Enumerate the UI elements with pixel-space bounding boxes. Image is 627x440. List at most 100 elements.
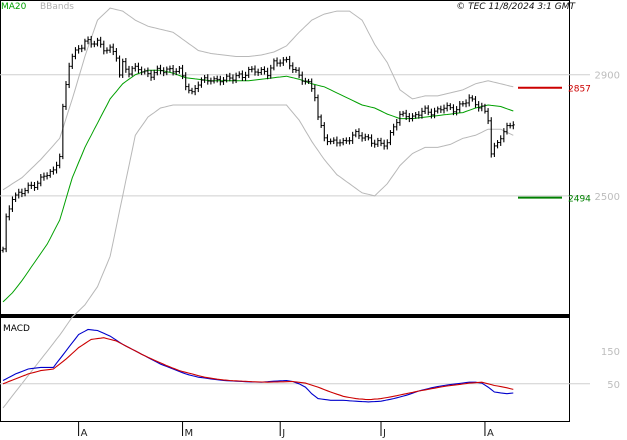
price-bar [411, 113, 414, 122]
price-bar [77, 45, 81, 54]
support-label: 2494 [568, 195, 591, 205]
price-bar [96, 37, 99, 47]
price-bar [486, 108, 490, 125]
price-bar [240, 70, 244, 82]
price-bar [458, 101, 462, 113]
bbands-legend: BBands [40, 2, 74, 12]
price-bar [250, 66, 254, 73]
price-bar [291, 62, 295, 73]
bb-upper-line [2, 7, 514, 191]
price-bar [275, 57, 279, 67]
macd-tick-label: 50 [607, 380, 620, 391]
price-bar [193, 85, 197, 96]
price-bar [344, 137, 348, 144]
price-bar [99, 36, 103, 48]
price-bar [48, 169, 52, 178]
price-bar [285, 56, 288, 63]
price-bar [146, 67, 150, 78]
price-bar [401, 110, 405, 117]
price-bar [108, 44, 112, 53]
price-bar [212, 76, 216, 84]
price-bar [17, 188, 21, 199]
price-bar [127, 65, 131, 78]
price-bar [29, 181, 33, 190]
price-bar [215, 75, 219, 83]
price-bar [439, 105, 443, 113]
price-bar [477, 101, 481, 112]
resistance-label: 2857 [568, 85, 591, 95]
price-bar [36, 180, 40, 190]
price-bar [266, 67, 270, 80]
price-bar [206, 74, 210, 85]
price-bar [269, 64, 273, 79]
price-bar [7, 205, 11, 221]
price-bar [357, 128, 361, 140]
price-bar [325, 134, 329, 146]
price-bar [341, 137, 345, 146]
technical-chart: 2857 2494 2500 2900 150 50 A M J J A MA20 BBand… [0, 0, 627, 440]
chart-root: 2857 2494 2500 2900 150 50 A M J J A MA20 BBand… [0, 0, 627, 440]
price-bar [499, 135, 503, 146]
price-bar [433, 107, 437, 119]
price-bar [199, 77, 203, 88]
price-bar [42, 172, 46, 181]
price-bar [67, 62, 71, 89]
price-bar [360, 132, 364, 142]
month-label: J [382, 428, 386, 439]
price-tick-label: 2500 [595, 192, 620, 203]
price-bar [228, 72, 232, 82]
price-bar [395, 118, 399, 131]
ma20-legend: MA20 [1, 2, 27, 12]
price-bar [247, 66, 251, 78]
price-bar [259, 67, 263, 75]
price-bar [39, 173, 43, 187]
price-bar [168, 65, 172, 73]
price-bar [436, 106, 440, 114]
price-bar [58, 153, 62, 169]
price-bar [492, 142, 496, 158]
price-bar [124, 58, 128, 73]
price-bar [376, 137, 380, 147]
price-pane-frame [0, 0, 570, 315]
price-bar [10, 196, 14, 212]
price-bar [303, 77, 307, 85]
macd-tick-label: 150 [601, 347, 620, 358]
price-bar [133, 63, 137, 72]
price-bar [423, 105, 427, 114]
price-bar [80, 44, 84, 53]
price-bar [363, 133, 367, 142]
price-bar [51, 166, 55, 175]
price-bar [92, 40, 96, 48]
price-bar [474, 96, 477, 108]
price-bar [461, 101, 465, 107]
price-bar [196, 81, 200, 93]
price-bar [102, 40, 106, 55]
price-bar [448, 103, 452, 111]
price-bar [70, 53, 74, 69]
price-bar [149, 70, 153, 81]
price-bar [385, 139, 389, 150]
price-bar [45, 172, 49, 180]
price-bar [26, 182, 30, 194]
macd-pane-frame [0, 317, 570, 422]
price-bar [332, 137, 336, 145]
price-bar [300, 71, 304, 85]
price-bar [426, 105, 430, 116]
price-bar [392, 123, 396, 136]
price-bar [354, 129, 358, 138]
macd-pane-label: MACD [3, 324, 30, 334]
price-bar [429, 108, 433, 119]
price-bar [190, 87, 194, 95]
price-bar [455, 106, 459, 116]
price-bar [407, 113, 411, 123]
price-bar [262, 66, 266, 75]
price-bar [105, 47, 109, 54]
price-bar [114, 48, 118, 62]
price-bar [14, 192, 18, 202]
price-bar [187, 83, 191, 94]
price-bar [467, 94, 471, 107]
price-bar [313, 84, 317, 102]
price-bar [177, 66, 181, 74]
price-bar [111, 43, 115, 56]
price-bar [348, 137, 351, 145]
